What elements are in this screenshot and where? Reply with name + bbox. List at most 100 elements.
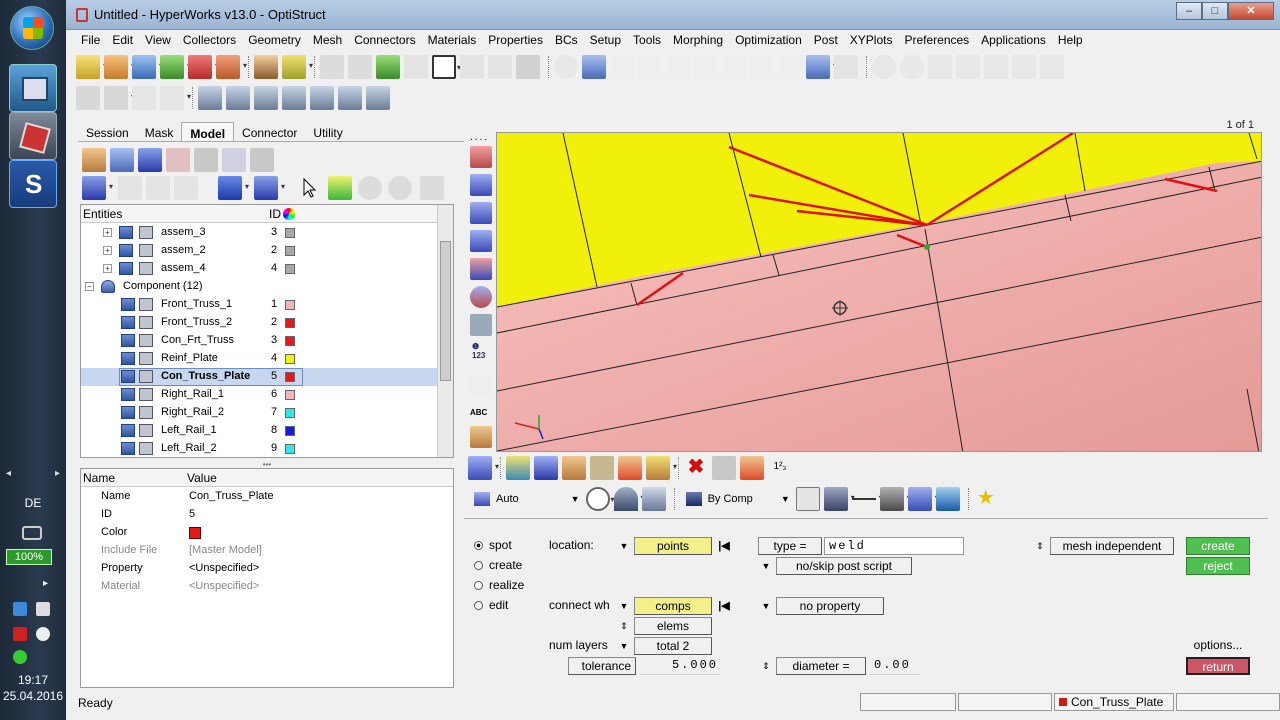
entity-color-swatch[interactable]: [285, 264, 295, 274]
menu-collectors[interactable]: Collectors: [177, 31, 242, 51]
isolate-icon[interactable]: [328, 176, 352, 200]
cursor-icon[interactable]: [298, 176, 322, 200]
pan-hand-icon[interactable]: [956, 55, 980, 79]
wireframe-cube-icon[interactable]: [795, 487, 820, 511]
translate-vertical-icon[interactable]: [1012, 55, 1036, 79]
connect-selector[interactable]: comps: [634, 597, 712, 615]
save-icon[interactable]: [132, 55, 163, 79]
component-mesh-icon[interactable]: [139, 298, 153, 311]
view-xy-top-icon[interactable]: [610, 55, 634, 79]
menu-post[interactable]: Post: [808, 31, 844, 51]
menu-preferences[interactable]: Preferences: [898, 31, 975, 51]
entity-color-swatch[interactable]: [285, 318, 295, 328]
wireframe-icon[interactable]: [470, 202, 492, 224]
entities-column-header[interactable]: Entities: [83, 207, 122, 221]
cut-icon[interactable]: [76, 86, 100, 110]
view-xz-top-icon[interactable]: [666, 55, 690, 79]
diameter-field[interactable]: 0.00: [870, 657, 920, 675]
property-row[interactable]: ID 5: [81, 506, 453, 524]
display-all-icon[interactable]: [82, 176, 113, 200]
entity-tree[interactable]: Entities ID + assem_3 3 + assem_2 2 + assem_4 4 −…: [80, 204, 454, 458]
select-all-icon[interactable]: [118, 176, 142, 200]
menu-xyplots[interactable]: XYPlots: [844, 31, 899, 51]
property-row[interactable]: Include File [Master Model]: [81, 542, 453, 560]
select-none-icon[interactable]: [146, 176, 170, 200]
sync-icon[interactable]: [13, 650, 27, 664]
translate-horizontal-icon[interactable]: [984, 55, 1008, 79]
zoom-box-icon[interactable]: [872, 55, 896, 79]
view-yz-right-icon[interactable]: [750, 55, 774, 79]
property-row[interactable]: Property <Unspecified>: [81, 560, 453, 578]
entity-row[interactable]: + assem_4 4: [81, 260, 439, 278]
materials-display-icon[interactable]: [562, 456, 586, 480]
window-2-icon[interactable]: [226, 86, 250, 110]
clock[interactable]: 19:17 25.04.2016: [0, 672, 66, 704]
property-row[interactable]: Name Con_Truss_Plate: [81, 488, 453, 506]
location-toggle-icon[interactable]: ▼: [616, 537, 632, 555]
numbers-toggle-icon[interactable]: 1²₃: [768, 456, 792, 480]
assembly-visibility-icon[interactable]: [119, 244, 133, 257]
show-hide-eye-icon[interactable]: [358, 176, 382, 200]
menu-file[interactable]: File: [75, 31, 106, 51]
tab-mask[interactable]: Mask: [137, 122, 182, 141]
window-7-icon[interactable]: [366, 86, 390, 110]
mode-radio-edit[interactable]: edit: [474, 598, 508, 612]
mode-radio-create[interactable]: create: [474, 558, 522, 572]
connect-toggle-icon[interactable]: ▼: [616, 597, 632, 615]
taskbar-scroll-arrows[interactable]: ◂ ▸: [6, 468, 60, 484]
expand-icon[interactable]: +: [103, 246, 112, 255]
expand-window-icon[interactable]: [460, 55, 484, 79]
collapse-icon[interactable]: [82, 148, 106, 172]
weld-point[interactable]: [924, 244, 930, 250]
lock-icon[interactable]: [516, 55, 540, 79]
entity-color-swatch[interactable]: [285, 372, 295, 382]
auto-select[interactable]: Auto ▼: [468, 492, 586, 506]
menu-materials[interactable]: Materials: [422, 31, 483, 51]
mode-radio-realize[interactable]: realize: [474, 578, 524, 592]
component-visibility-icon[interactable]: [121, 406, 135, 419]
property-value[interactable]: [Master Model]: [189, 544, 262, 556]
mask-icon[interactable]: [712, 456, 736, 480]
component-mesh-icon[interactable]: [139, 388, 153, 401]
num-layers-selector[interactable]: total 2: [634, 637, 712, 655]
undo-icon[interactable]: [320, 55, 344, 79]
shaded-elements-icon[interactable]: [470, 146, 492, 168]
entity-row[interactable]: Right_Rail_1 6: [81, 386, 439, 404]
model-viewport[interactable]: [496, 132, 1262, 452]
component-icon[interactable]: [138, 148, 162, 172]
redo-icon[interactable]: [348, 55, 372, 79]
reverse-display-icon[interactable]: [420, 176, 444, 200]
battery-indicator[interactable]: 100%: [6, 549, 52, 565]
component-mesh-icon[interactable]: [139, 352, 153, 365]
user-views-icon[interactable]: [806, 55, 837, 79]
shaded-mesh-icon[interactable]: [470, 174, 492, 196]
property-value[interactable]: Con_Truss_Plate: [189, 490, 274, 502]
open-model-icon[interactable]: [76, 55, 107, 79]
volume-muted-icon[interactable]: [36, 627, 50, 641]
mesh-mode-switch-icon[interactable]: ⇕: [1032, 537, 1048, 555]
options-button[interactable]: options...: [1186, 637, 1250, 655]
loads-display-icon[interactable]: [618, 456, 642, 480]
window-5-icon[interactable]: [310, 86, 334, 110]
device-icon[interactable]: [36, 602, 50, 616]
property-value[interactable]: 5: [189, 508, 195, 520]
property-toggle-icon[interactable]: ▼: [758, 597, 774, 615]
paste-special-icon[interactable]: [160, 86, 191, 110]
menu-tools[interactable]: Tools: [627, 31, 667, 51]
menu-mesh[interactable]: Mesh: [307, 31, 348, 51]
assemblies-display-icon[interactable]: [506, 456, 530, 480]
vectors-display-icon[interactable]: [646, 456, 677, 480]
tab-utility[interactable]: Utility: [305, 122, 350, 141]
paste-icon[interactable]: [132, 86, 156, 110]
entity-color-swatch[interactable]: [285, 354, 295, 364]
scrollbar-thumb[interactable]: [440, 241, 451, 381]
entity-color-swatch[interactable]: [285, 444, 295, 454]
components-display-icon[interactable]: [534, 456, 558, 480]
expand-icon[interactable]: +: [103, 228, 112, 237]
component-visibility-icon[interactable]: [121, 352, 135, 365]
tray-expand-icon[interactable]: ▸: [43, 578, 48, 589]
property-button[interactable]: no property: [776, 597, 884, 615]
panel-splitter[interactable]: •••: [80, 460, 454, 469]
properties-display-icon[interactable]: [590, 456, 614, 480]
add-page-icon[interactable]: [376, 55, 400, 79]
